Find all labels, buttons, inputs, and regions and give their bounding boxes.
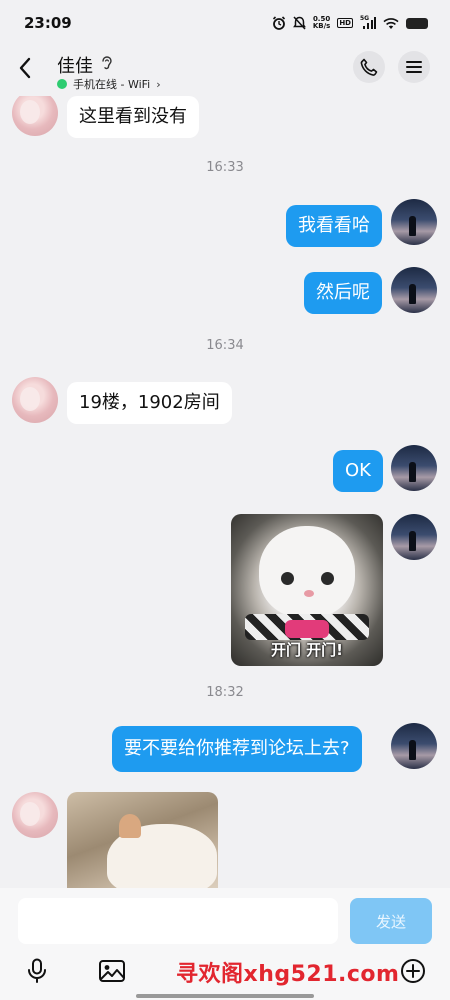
my-avatar[interactable] [391,445,437,491]
voice-icon [28,958,46,983]
cat-eye [321,572,334,585]
cat-bow [285,620,329,638]
contact-avatar[interactable] [12,377,58,423]
cat-nose [304,590,314,597]
message-timestamp: 18:32 [206,685,244,700]
message-timestamp: 16:33 [206,160,244,175]
message-bubble-outgoing[interactable]: 然后呢 [304,272,382,314]
composer: 发送 寻欢阁xhg521.com [0,888,450,1000]
online-dot [57,79,67,89]
phone-icon [360,58,378,76]
photo-message[interactable] [67,792,218,888]
my-avatar[interactable] [391,723,437,769]
cat-eye [281,572,294,585]
my-avatar[interactable] [391,267,437,313]
message-timestamp: 16:34 [206,338,244,353]
message-bubble-incoming[interactable]: 这里看到没有 [67,96,199,138]
more-menu-button[interactable] [398,51,430,83]
send-button[interactable]: 发送 [350,898,432,944]
contact-name[interactable]: 佳佳 [57,52,93,78]
net-speed-unit: KB/s [312,22,331,30]
home-indicator[interactable] [136,994,314,998]
chat-header: 佳佳 手机在线 - WiFi › [0,46,450,96]
hd-badge: HD [337,18,353,28]
sticker-image[interactable]: 开门 开门! [231,514,383,666]
message-bubble-outgoing[interactable]: 要不要给你推荐到论坛上去? [112,726,362,772]
net-speed: 0.50 KB/s [313,16,330,30]
message-bubble-outgoing[interactable]: 我看看哈 [286,205,382,247]
contact-avatar[interactable] [12,96,58,136]
voice-button[interactable] [22,956,52,986]
message-bubble-incoming[interactable]: 19楼，1902房间 [67,382,232,424]
presence-status[interactable]: 手机在线 - WiFi › [57,76,161,92]
photo-cat-ear [119,814,141,838]
menu-icon [406,61,422,73]
ear-icon [102,56,112,70]
my-avatar[interactable] [391,514,437,560]
status-icons: 0.50 KB/s HD 5G [272,15,428,30]
image-button[interactable] [97,956,127,986]
add-icon [401,959,425,983]
message-input[interactable] [18,898,338,944]
battery-icon [406,17,428,29]
wifi-icon [383,17,399,29]
image-icon [99,960,125,982]
contact-avatar[interactable] [12,792,58,838]
presence-text: 手机在线 - WiFi [73,78,151,91]
my-avatar[interactable] [391,199,437,245]
call-button[interactable] [353,51,385,83]
signal-icon: 5G [360,15,376,30]
sticker-caption: 开门 开门! [270,641,344,659]
message-list[interactable]: 这里看到没有 16:33 我看看哈 然后呢 16:34 19楼，1902房间 O… [0,96,450,888]
chevron-right-icon: › [156,77,161,91]
status-bar: 23:09 0.50 KB/s HD 5G [0,0,450,46]
composer-toolbar: 寻欢阁xhg521.com [0,954,450,990]
status-time: 23:09 [24,14,72,32]
cat-illustration [259,526,355,618]
mute-icon [292,16,306,30]
watermark-text: 寻欢阁xhg521.com [176,962,400,987]
alarm-icon [272,16,285,30]
add-button[interactable] [398,956,428,986]
message-bubble-outgoing[interactable]: OK [333,450,383,492]
back-icon[interactable] [12,54,40,82]
